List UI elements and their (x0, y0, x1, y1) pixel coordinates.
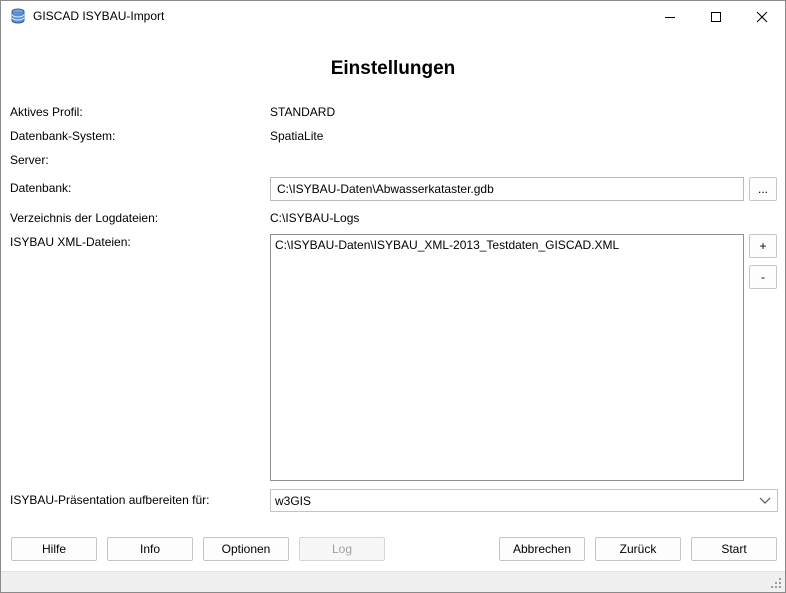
presentation-label: ISYBAU-Präsentation aufbereiten für: (10, 493, 210, 507)
xml-files-list[interactable]: C:\ISYBAU-Daten\ISYBAU_XML-2013_Testdate… (270, 234, 744, 481)
add-xml-file-button[interactable]: + (749, 234, 777, 258)
presentation-select[interactable]: w3GIS (270, 489, 778, 512)
browse-database-button[interactable]: ... (749, 177, 777, 201)
minimize-button[interactable] (647, 1, 693, 32)
help-button[interactable]: Hilfe (11, 537, 97, 561)
dbsystem-value: SpatiaLite (270, 129, 324, 143)
database-icon (10, 8, 26, 24)
close-icon (756, 11, 768, 22)
maximize-icon (711, 11, 721, 22)
database-path-field[interactable]: C:\ISYBAU-Daten\Abwasserkataster.gdb (270, 177, 744, 201)
dbsystem-label: Datenbank-System: (10, 129, 116, 143)
remove-xml-file-button[interactable]: - (749, 265, 777, 289)
profile-value: STANDARD (270, 105, 336, 119)
logdir-label: Verzeichnis der Logdateien: (10, 211, 159, 225)
status-bar (1, 571, 785, 592)
presentation-selected-value: w3GIS (275, 493, 312, 508)
back-button[interactable]: Zurück (595, 537, 681, 561)
minimize-icon (665, 16, 675, 18)
maximize-button[interactable] (693, 1, 739, 32)
profile-label: Aktives Profil: (10, 105, 83, 119)
info-button[interactable]: Info (107, 537, 193, 561)
import-window: GISCAD ISYBAU-Import Einstellungen Aktiv… (0, 0, 786, 593)
start-button[interactable]: Start (691, 537, 777, 561)
log-button[interactable]: Log (299, 537, 385, 561)
close-button[interactable] (739, 1, 785, 32)
resize-grip-icon[interactable] (770, 577, 782, 589)
cancel-button[interactable]: Abbrechen (499, 537, 585, 561)
logdir-value: C:\ISYBAU-Logs (270, 211, 360, 225)
title-bar[interactable]: GISCAD ISYBAU-Import (1, 1, 785, 32)
list-item[interactable]: C:\ISYBAU-Daten\ISYBAU_XML-2013_Testdate… (275, 238, 619, 252)
xml-files-label: ISYBAU XML-Dateien: (10, 235, 131, 249)
page-title: Einstellungen (330, 58, 456, 79)
server-label: Server: (10, 153, 49, 167)
window-title: GISCAD ISYBAU-Import (33, 9, 165, 23)
database-label: Datenbank: (10, 181, 72, 195)
options-button[interactable]: Optionen (203, 537, 289, 561)
chevron-down-icon (759, 497, 771, 504)
